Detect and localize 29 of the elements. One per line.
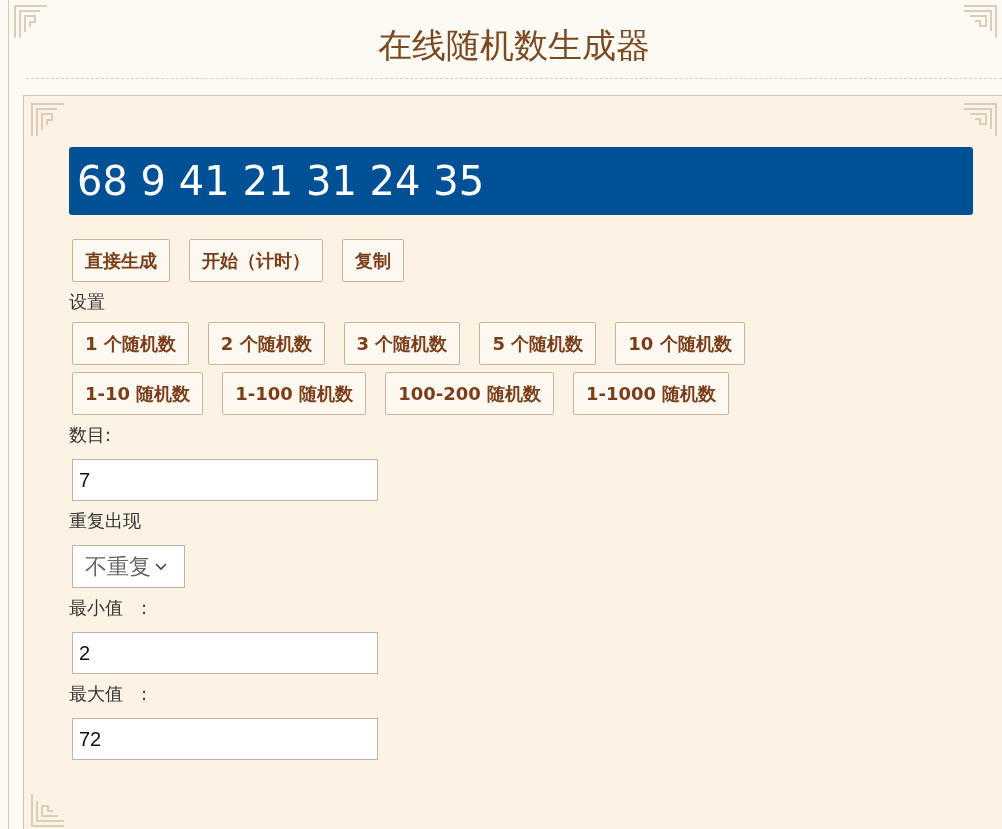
field-label: 最小值 : bbox=[69, 596, 149, 620]
input-field[interactable]: 7 bbox=[72, 459, 378, 501]
corner-ornament-icon bbox=[962, 4, 998, 40]
chevron-down-icon bbox=[155, 562, 167, 571]
input-field[interactable]: 72 bbox=[72, 718, 378, 760]
preset-button[interactable]: 1 个随机数 bbox=[72, 322, 189, 365]
preset-button[interactable]: 1-100 随机数 bbox=[222, 372, 367, 415]
preset-button[interactable]: 10 个随机数 bbox=[615, 322, 745, 365]
preset-button[interactable]: 1-10 随机数 bbox=[72, 372, 204, 415]
settings-label: 设置 bbox=[69, 290, 106, 314]
preset-button[interactable]: 2 个随机数 bbox=[207, 322, 325, 365]
select-field[interactable]: 不重复 bbox=[72, 545, 185, 588]
corner-ornament-icon bbox=[30, 792, 66, 828]
field-label: 最大值 : bbox=[69, 682, 149, 706]
action-button[interactable]: 复制 bbox=[342, 239, 404, 282]
input-field[interactable]: 2 bbox=[72, 632, 378, 674]
action-button[interactable]: 直接生成 bbox=[72, 239, 170, 282]
action-button[interactable]: 开始（计时） bbox=[189, 239, 323, 282]
field-label: 数目: bbox=[69, 423, 113, 447]
preset-button[interactable]: 1-1000 随机数 bbox=[573, 372, 730, 415]
preset-button[interactable]: 100-200 随机数 bbox=[385, 372, 555, 415]
corner-ornament-icon bbox=[13, 4, 49, 40]
corner-ornament-icon bbox=[962, 102, 998, 138]
result-display: 68 9 41 21 31 24 35 bbox=[69, 147, 973, 215]
page-title: 在线随机数生成器 bbox=[378, 24, 650, 67]
preset-button[interactable]: 3 个随机数 bbox=[343, 322, 461, 365]
field-label: 重复出现 bbox=[69, 509, 142, 533]
corner-ornament-icon bbox=[30, 102, 66, 138]
preset-button[interactable]: 5 个随机数 bbox=[479, 322, 597, 365]
